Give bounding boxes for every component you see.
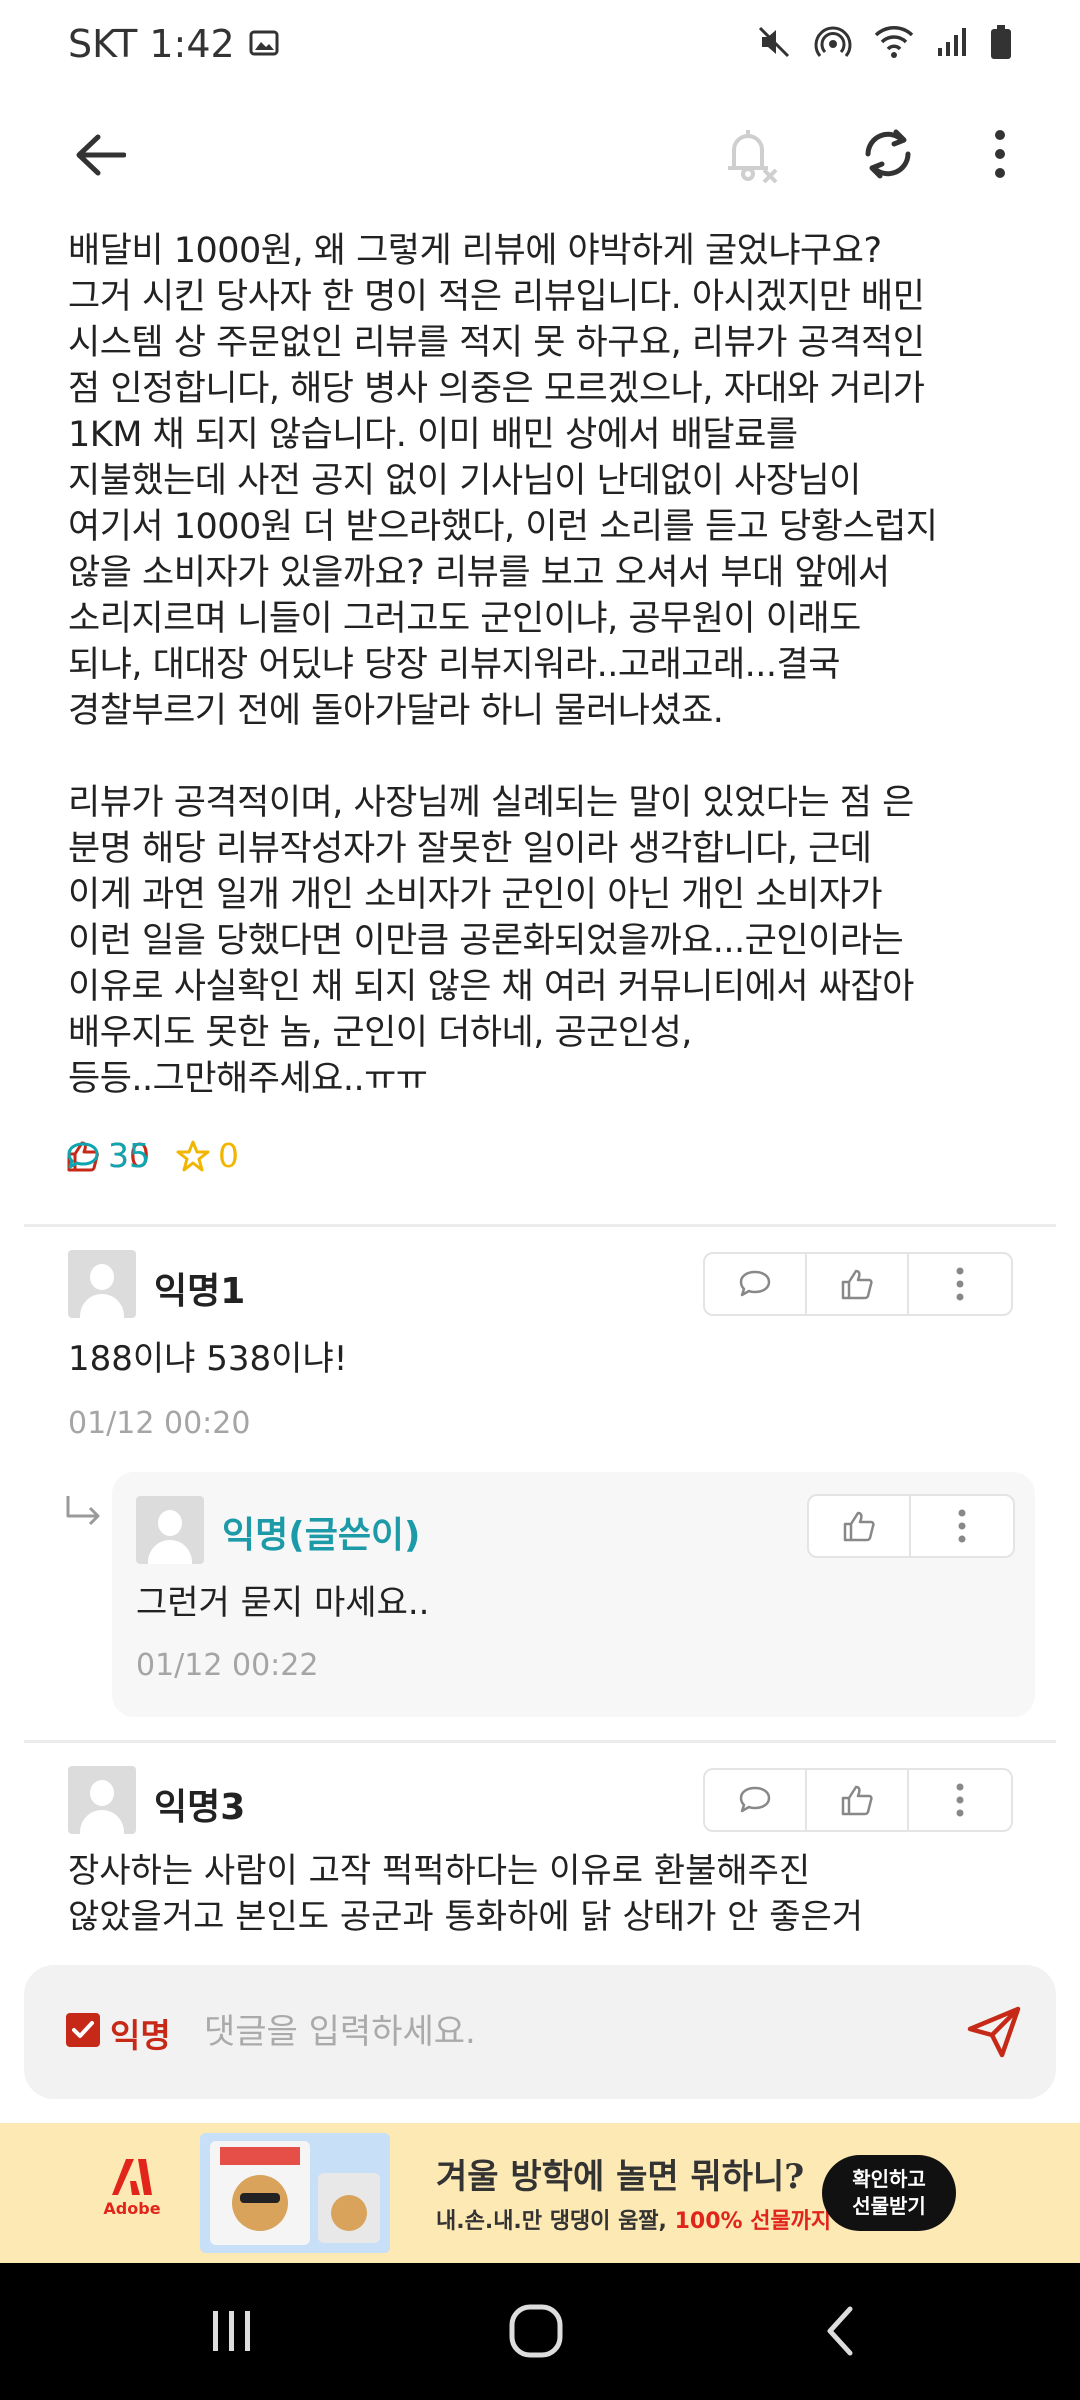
comment-nickname: 익명3 xyxy=(154,1787,246,1828)
comment-input[interactable] xyxy=(204,2001,944,2063)
avatar xyxy=(68,1766,136,1834)
status-bar: SKT 1:42 xyxy=(0,0,1080,90)
like-button[interactable] xyxy=(807,1770,909,1830)
post-divider xyxy=(24,1224,1056,1227)
more-vertical-icon xyxy=(956,1783,964,1817)
post-body: 배달비 1000원, 왜 그렇게 리뷰에 야박하게 굴었냐구요? 그거 시킨 당… xyxy=(68,231,938,1099)
refresh-button[interactable] xyxy=(852,118,924,190)
ad-brand: Adobe xyxy=(103,2199,161,2218)
ad-cta-line2: 선물받기 xyxy=(852,2194,926,2218)
notification-off-button[interactable] xyxy=(716,118,788,190)
ad-banner[interactable]: Adobe 겨울 방학에 놀면 뭐하니? 내.손.내.만 댕댕이 움짤, 100… xyxy=(0,2123,1080,2263)
ad-title: 겨울 방학에 놀면 뭐하니? xyxy=(436,2157,805,2197)
reply-bubble-icon xyxy=(739,1270,771,1297)
more-vertical-icon xyxy=(958,1509,966,1543)
avatar xyxy=(136,1496,204,1564)
comment-nickname: 익명1 xyxy=(154,1271,246,1312)
comment-text: 188이냐 538이냐! xyxy=(68,1339,348,1379)
comment-more-button[interactable] xyxy=(909,1254,1011,1314)
thumbs-up-icon xyxy=(841,1269,873,1300)
reply-time: 01/12 00:22 xyxy=(136,1648,319,1683)
comment-time: 01/12 00:20 xyxy=(68,1406,251,1441)
recent-apps-button[interactable] xyxy=(192,2293,272,2369)
like-button[interactable] xyxy=(809,1496,912,1556)
more-options-button[interactable] xyxy=(972,118,1028,190)
reply-button[interactable] xyxy=(705,1254,807,1314)
signal-icon xyxy=(936,26,968,62)
like-button[interactable] xyxy=(807,1254,909,1314)
ad-cta-button[interactable]: 확인하고 선물받기 xyxy=(822,2155,956,2231)
speech-bubble-icon xyxy=(67,1142,99,1168)
nav-back-button[interactable] xyxy=(800,2291,880,2371)
send-button[interactable] xyxy=(966,2005,1022,2063)
refresh-icon xyxy=(865,129,911,179)
thumbs-up-icon xyxy=(841,1785,873,1816)
reply-text: 그런거 묻지 마세요.. xyxy=(136,1583,430,1623)
ad-image xyxy=(200,2133,390,2253)
reply-arrow-icon xyxy=(64,1494,104,1532)
image-icon xyxy=(249,22,279,66)
app-bar xyxy=(0,100,1080,210)
anonymous-label[interactable]: 익명 xyxy=(110,2009,171,2057)
comment-divider xyxy=(24,1740,1056,1743)
nav-back-icon xyxy=(827,2306,853,2356)
carrier-time: SKT 1:42 xyxy=(68,22,235,66)
post-stats: 30 35 0 xyxy=(66,1136,239,1175)
ad-cta-line1: 확인하고 xyxy=(852,2167,926,2191)
reply-comment: 익명(글쓴이) 그런거 묻지 마세요.. 01/12 00:22 xyxy=(112,1472,1035,1717)
status-left: SKT 1:42 xyxy=(68,22,279,66)
writer-nickname: 익명(글쓴이) xyxy=(222,1515,421,1556)
comment-text: 장사하는 사람이 고작 퍽퍽하다는 이유로 환불해주진 않았을거고 본인도 공군… xyxy=(68,1851,864,1937)
reply-actions xyxy=(807,1494,1015,1558)
send-icon xyxy=(967,2006,1021,2058)
battery-icon xyxy=(990,24,1012,64)
more-vertical-icon xyxy=(956,1267,964,1301)
comment-item: 익명3 장사하는 사람이 고작 퍽퍽하다는 이유로 환불해주진 않았을거고 본인… xyxy=(0,1766,1080,1966)
more-vertical-icon xyxy=(995,130,1005,178)
comment-input-bar: 익명 xyxy=(24,1965,1056,2099)
thumbs-up-icon xyxy=(843,1511,875,1542)
notification-off-icon xyxy=(728,130,778,184)
home-icon xyxy=(509,2304,563,2358)
mute-icon xyxy=(756,24,792,64)
comment-count: 35 xyxy=(108,1136,150,1175)
wifi-icon xyxy=(874,25,914,63)
comment-actions xyxy=(703,1768,1013,1832)
status-right xyxy=(756,24,1012,64)
reply-button[interactable] xyxy=(705,1770,807,1830)
avatar xyxy=(68,1250,136,1318)
back-button[interactable] xyxy=(60,122,140,188)
recent-apps-icon xyxy=(213,2311,250,2351)
home-button[interactable] xyxy=(496,2291,576,2371)
reply-more-button[interactable] xyxy=(911,1496,1013,1556)
ad-subtitle-prefix: 내.손.내.만 댕댕이 움짤, xyxy=(436,2209,675,2234)
comment-stat: 35 xyxy=(66,1136,1080,1175)
comment-actions xyxy=(703,1252,1013,1316)
adobe-logo: Adobe xyxy=(100,2143,164,2247)
back-arrow-icon xyxy=(76,134,126,176)
system-nav-bar xyxy=(0,2263,1080,2400)
reply-bubble-icon xyxy=(739,1786,771,1813)
anonymous-checkbox[interactable] xyxy=(66,2013,100,2047)
check-icon xyxy=(72,2021,94,2038)
comment-item: 익명1 188이냐 538이냐! 01/12 00:20 xyxy=(0,1250,1080,1450)
comment-more-button[interactable] xyxy=(909,1770,1011,1830)
hotspot-icon xyxy=(814,24,852,64)
